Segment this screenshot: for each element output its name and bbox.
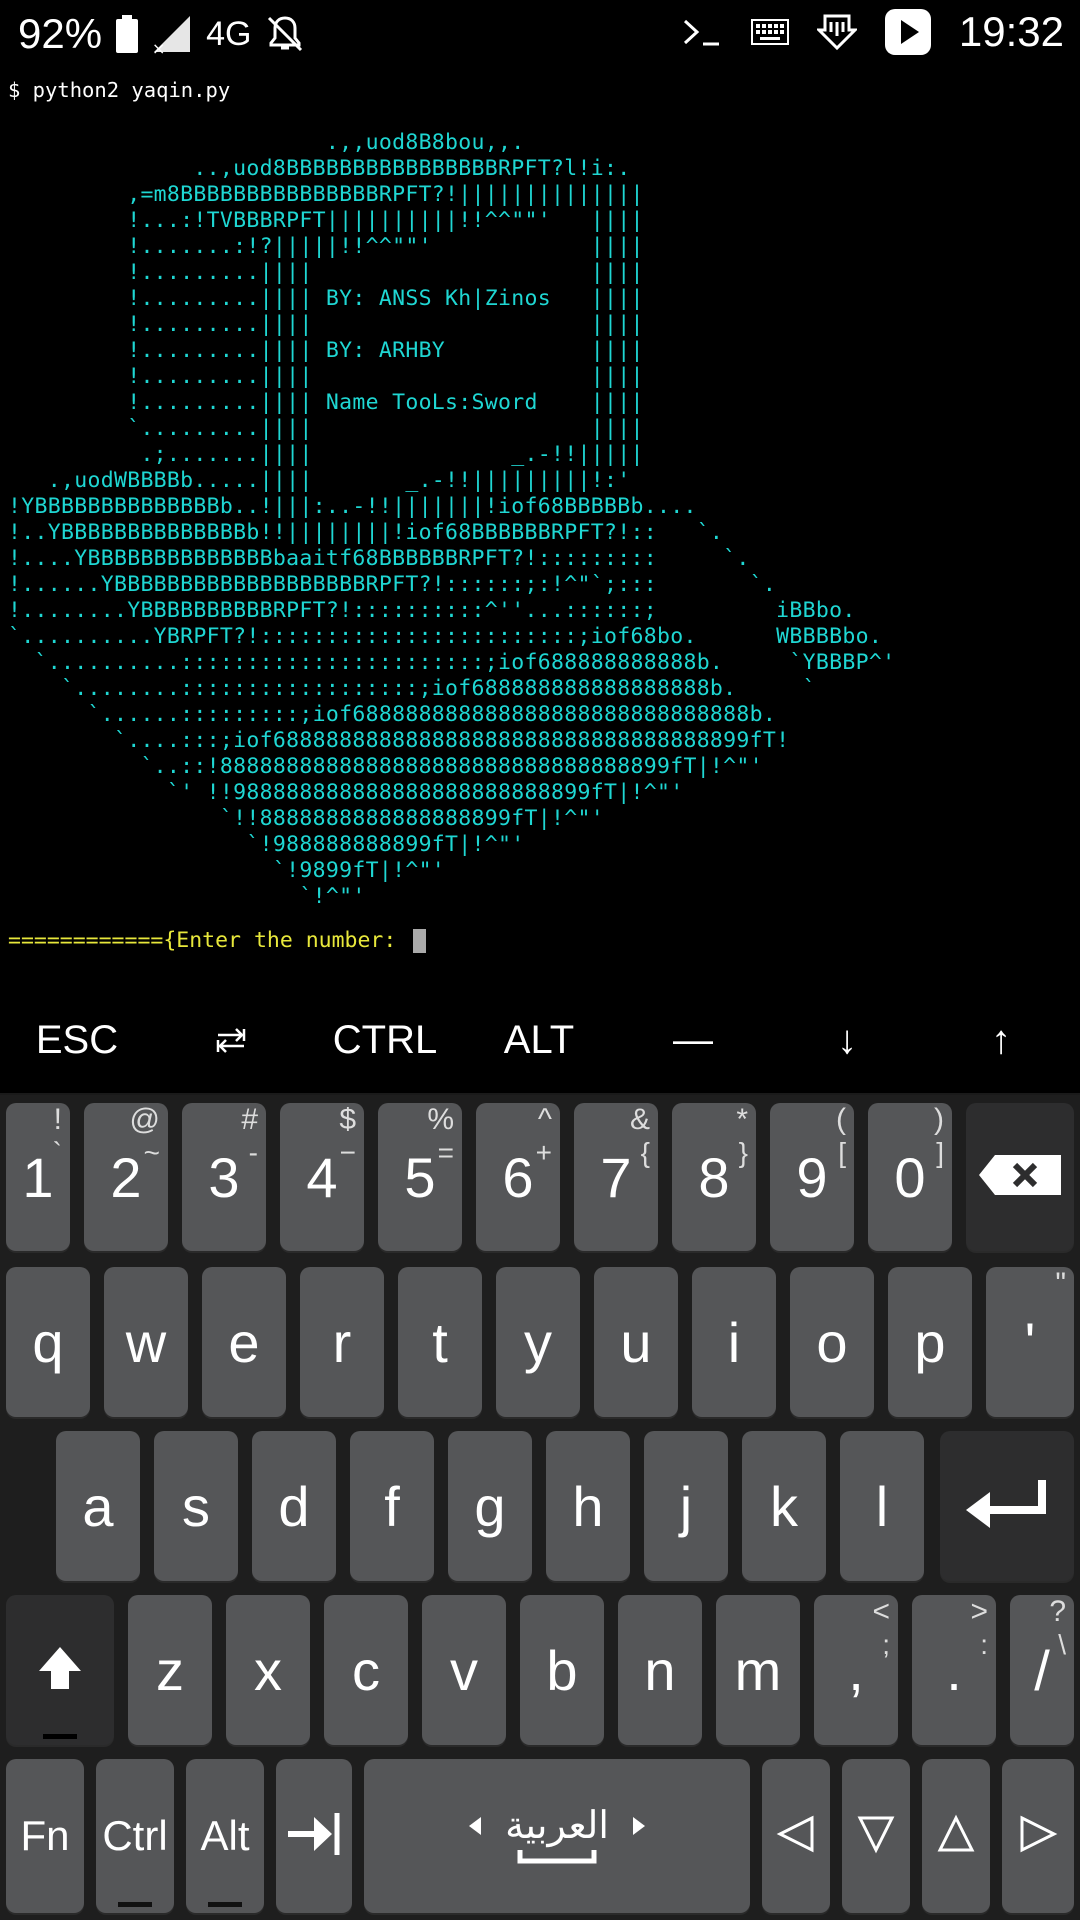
extra-keys-bar: ESC CTRL ALT — ↓ ↑ <box>0 990 1080 1090</box>
key-apostrophe[interactable]: ' " <box>986 1267 1074 1417</box>
download-icon <box>816 12 857 52</box>
ctrl-key[interactable]: CTRL <box>308 990 462 1090</box>
cursor-left-key[interactable] <box>762 1759 830 1913</box>
triangle-left-outline-icon <box>776 1814 816 1859</box>
key-j[interactable]: j <box>644 1431 728 1581</box>
key-o[interactable]: o <box>790 1267 874 1417</box>
key-g[interactable]: g <box>448 1431 532 1581</box>
key-3[interactable]: 3 # - <box>182 1103 266 1251</box>
svg-text:×: × <box>152 39 165 54</box>
alt-key[interactable]: ALT <box>462 990 616 1090</box>
triangle-left-icon <box>467 1804 483 1847</box>
key-s[interactable]: s <box>154 1431 238 1581</box>
battery-icon <box>116 15 139 53</box>
fn-key[interactable]: Fn <box>6 1759 84 1913</box>
triangle-up-outline-icon <box>936 1814 976 1859</box>
space-icon <box>517 1848 597 1869</box>
key-d[interactable]: d <box>252 1431 336 1581</box>
space-bar[interactable]: العربية <box>364 1759 750 1913</box>
soft-keyboard: 1! ` 2 @ ~ 3 # - 4 $ − 5% = 6 ^ + 7 &{ 8 *} 9([ 0)] … <box>0 1095 1080 1920</box>
key-n[interactable]: n <box>618 1595 702 1745</box>
enter-key[interactable] <box>940 1431 1074 1581</box>
down-arrow-key[interactable]: ↓ <box>770 990 924 1090</box>
battery-percent: 92% <box>18 10 103 57</box>
tab-key[interactable] <box>154 990 308 1090</box>
key-6[interactable]: 6 ^ + <box>476 1103 560 1251</box>
key-t[interactable]: t <box>398 1267 482 1417</box>
triangle-right-outline-icon <box>1018 1814 1058 1859</box>
key-1[interactable]: 1! ` <box>6 1103 70 1251</box>
alt-mod-key[interactable]: Alt <box>186 1759 264 1913</box>
prompt-text: ============{Enter the number: <box>8 928 410 953</box>
key-a[interactable]: a <box>56 1431 140 1581</box>
key-b[interactable]: b <box>520 1595 604 1745</box>
key-period[interactable]: . >: <box>912 1595 996 1745</box>
key-x[interactable]: x <box>226 1595 310 1745</box>
shift-arrow-icon <box>35 1643 85 1698</box>
text-cursor <box>413 929 427 953</box>
play-store-icon <box>884 9 931 55</box>
shift-key[interactable] <box>6 1595 114 1745</box>
key-q[interactable]: q <box>6 1267 90 1417</box>
ctrl-mod-key[interactable]: Ctrl <box>96 1759 174 1913</box>
cursor-down-key[interactable] <box>842 1759 910 1913</box>
mute-icon <box>265 14 305 54</box>
key-8[interactable]: 8 *} <box>672 1103 756 1251</box>
key-0[interactable]: 0)] <box>868 1103 952 1251</box>
key-w[interactable]: w <box>104 1267 188 1417</box>
cursor-right-key[interactable] <box>1002 1759 1074 1913</box>
key-c[interactable]: c <box>324 1595 408 1745</box>
input-prompt[interactable]: ============{Enter the number: <box>8 928 427 954</box>
triangle-right-icon <box>631 1804 647 1847</box>
command-line: $ python2 yaqin.py <box>8 78 231 102</box>
key-5[interactable]: 5% = <box>378 1103 462 1251</box>
enter-icon <box>962 1476 1052 1537</box>
ascii-art-banner: .,,uod8B8bou,,. ..,uod8BBBBBBBBBBBBBBBBR… <box>8 130 896 909</box>
terminal-icon <box>681 15 723 49</box>
esc-key[interactable]: ESC <box>0 990 154 1090</box>
up-arrow-key[interactable]: ↑ <box>924 990 1078 1090</box>
no-signal-icon: × <box>152 14 192 54</box>
key-2[interactable]: 2 @ ~ <box>84 1103 168 1251</box>
key-l[interactable]: l <box>840 1431 924 1581</box>
tab-mod-key[interactable] <box>276 1759 352 1913</box>
keyboard-language-label: العربية <box>505 1805 609 1847</box>
key-m[interactable]: m <box>716 1595 800 1745</box>
key-9[interactable]: 9([ <box>770 1103 854 1251</box>
key-y[interactable]: y <box>496 1267 580 1417</box>
key-slash[interactable]: /? \ <box>1010 1595 1074 1745</box>
status-bar: 92% × 4G 19:32 <box>0 0 1080 74</box>
keyboard-icon <box>750 19 789 45</box>
backspace-key[interactable] <box>966 1103 1074 1251</box>
key-z[interactable]: z <box>128 1595 212 1745</box>
backspace-icon <box>977 1153 1063 1202</box>
cursor-up-key[interactable] <box>922 1759 990 1913</box>
key-r[interactable]: r <box>300 1267 384 1417</box>
key-4[interactable]: 4 $ − <box>280 1103 364 1251</box>
tab-to-end-icon <box>286 1811 342 1862</box>
clock: 19:32 <box>958 8 1064 55</box>
tab-arrows-icon <box>216 1018 246 1063</box>
triangle-down-outline-icon <box>856 1814 896 1859</box>
key-v[interactable]: v <box>422 1595 506 1745</box>
key-e[interactable]: e <box>202 1267 286 1417</box>
terminal-output[interactable]: $ python2 yaqin.py .,,uod8B8bou,,. ..,uo… <box>0 74 1080 984</box>
key-u[interactable]: u <box>594 1267 678 1417</box>
key-f[interactable]: f <box>350 1431 434 1581</box>
key-comma[interactable]: , <; <box>814 1595 898 1745</box>
key-i[interactable]: i <box>692 1267 776 1417</box>
key-p[interactable]: p <box>888 1267 972 1417</box>
key-7[interactable]: 7 &{ <box>574 1103 658 1251</box>
key-k[interactable]: k <box>742 1431 826 1581</box>
network-type: 4G <box>206 14 252 53</box>
dash-key[interactable]: — <box>616 990 770 1090</box>
key-h[interactable]: h <box>546 1431 630 1581</box>
